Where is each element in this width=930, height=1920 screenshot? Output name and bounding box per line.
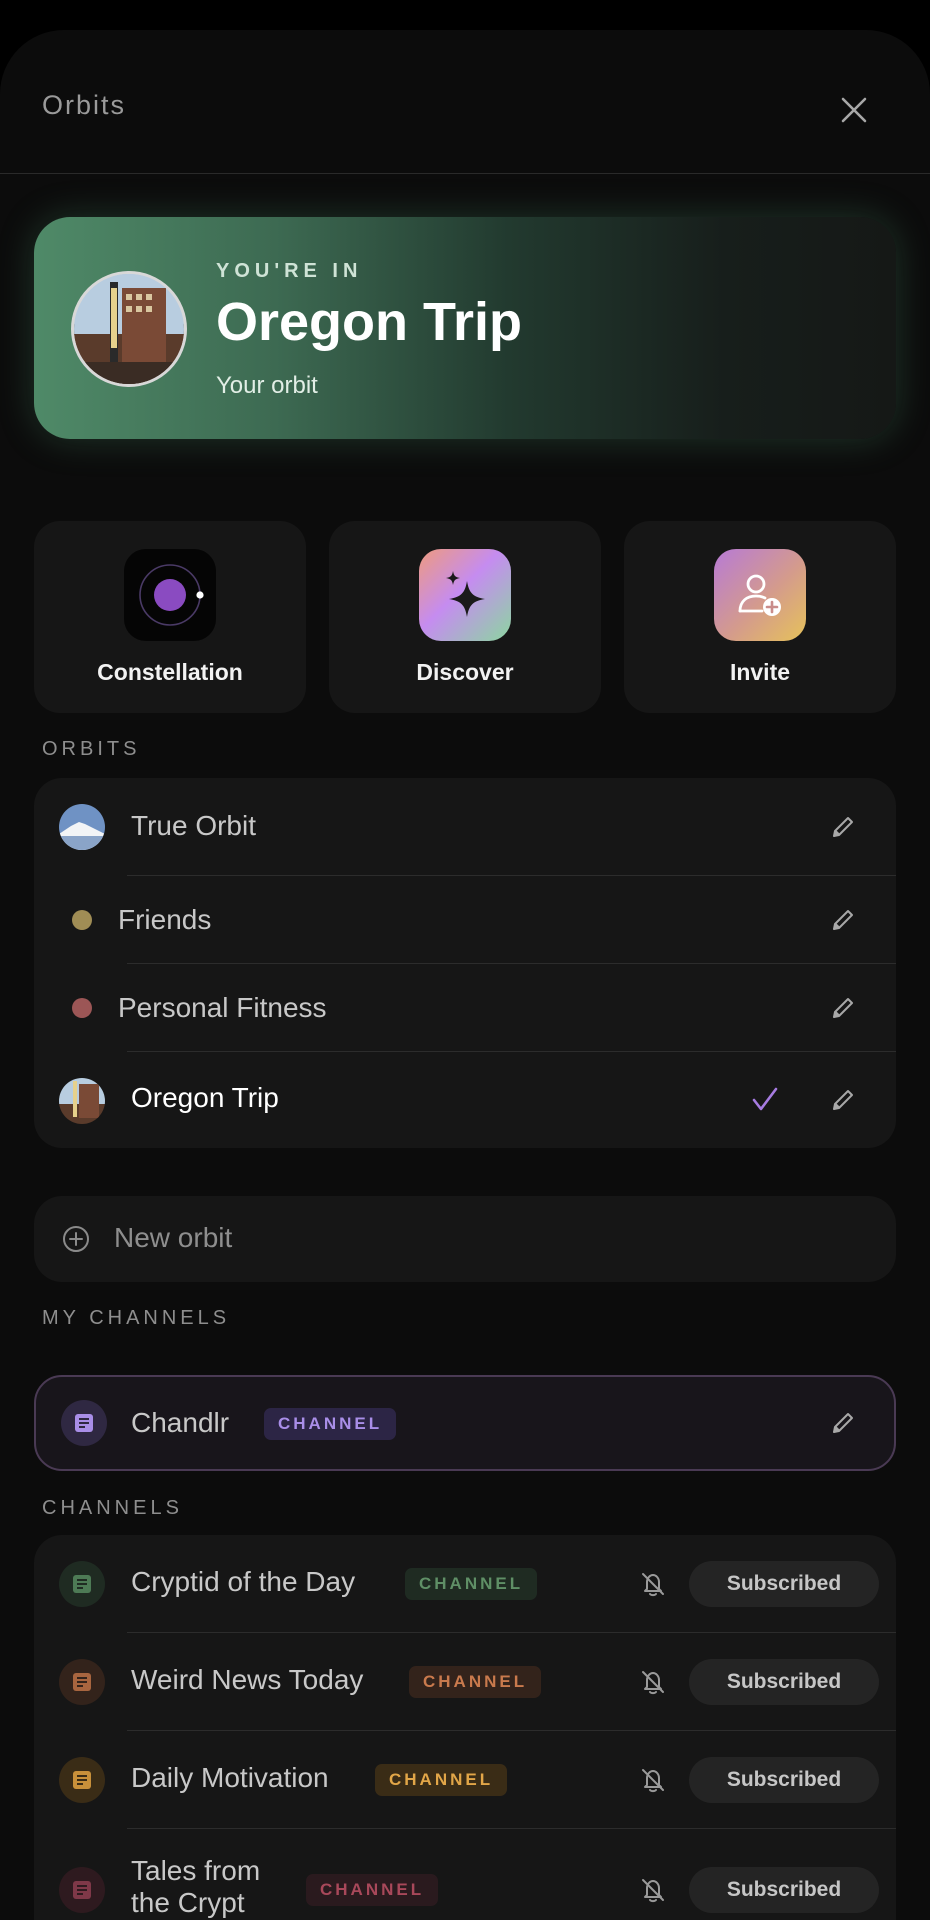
mute-button[interactable]	[636, 1567, 670, 1601]
action-label: Constellation	[97, 659, 243, 685]
orbit-label: Friends	[118, 904, 212, 935]
edit-button[interactable]	[827, 904, 859, 936]
edit-button[interactable]	[827, 992, 859, 1024]
channel-icon	[59, 1757, 105, 1803]
add-user-icon	[714, 549, 806, 641]
mute-button[interactable]	[636, 1665, 670, 1699]
orbit-row-friends[interactable]: Friends	[34, 876, 896, 964]
sparkle-icon	[419, 549, 511, 641]
orbit-row-personal-fitness[interactable]: Personal Fitness	[34, 964, 896, 1052]
bell-off-icon	[642, 1573, 664, 1597]
mute-button[interactable]	[636, 1873, 670, 1907]
plus-circle-icon	[63, 1226, 89, 1252]
channel-badge: CHANNEL	[264, 1408, 397, 1440]
orbit-label: Oregon Trip	[131, 1082, 279, 1113]
sheet-title: Orbits	[42, 90, 127, 120]
orbit-color-dot	[72, 910, 92, 930]
pencil-icon	[833, 817, 853, 837]
channel-row-daily-motivation[interactable]: Daily Motivation CHANNEL Subscribed	[34, 1731, 896, 1829]
pencil-icon	[833, 1090, 853, 1110]
orbit-row-true-orbit[interactable]: True Orbit	[34, 778, 896, 876]
close-icon	[841, 97, 867, 123]
action-label: Discover	[416, 659, 514, 685]
channel-badge: CHANNEL	[405, 1568, 538, 1600]
orbit-color-dot	[72, 998, 92, 1018]
edit-button[interactable]	[827, 811, 859, 843]
current-orbit-card[interactable]: YOU'RE IN Oregon Trip Your orbit	[34, 217, 896, 439]
constellation-button[interactable]: Constellation	[34, 521, 306, 713]
edit-button[interactable]	[827, 1407, 859, 1439]
orbit-avatar	[59, 804, 105, 850]
my-channels-section-label: MY CHANNELS	[42, 1307, 231, 1329]
subscribed-button[interactable]: Subscribed	[689, 1659, 879, 1705]
channel-icon	[61, 1400, 107, 1446]
channel-row-tales-from-the-crypt[interactable]: Tales from the Crypt CHANNEL Subscribed	[34, 1829, 896, 1920]
selected-check-icon	[749, 1084, 781, 1116]
channel-badge: CHANNEL	[375, 1764, 508, 1796]
channel-icon	[59, 1659, 105, 1705]
new-orbit-label: New orbit	[114, 1222, 233, 1253]
channel-badge: CHANNEL	[306, 1874, 439, 1906]
channel-name: Daily Motivation	[131, 1762, 329, 1793]
close-button[interactable]	[832, 88, 876, 132]
channel-name: Weird News Today	[131, 1664, 364, 1695]
new-orbit-button[interactable]: New orbit	[34, 1196, 896, 1282]
subscribed-button[interactable]: Subscribed	[689, 1867, 879, 1913]
channels-section-label: CHANNELS	[42, 1497, 183, 1519]
my-channel-row[interactable]: Chandlr CHANNEL	[34, 1375, 896, 1471]
orbits-sheet: Orbits YOU'RE IN Oregon Trip Your orbit …	[0, 30, 930, 1920]
subscribed-button[interactable]: Subscribed	[689, 1757, 879, 1803]
orbits-section-label: ORBITS	[42, 738, 141, 760]
constellation-icon	[124, 549, 216, 641]
hero-eyebrow: YOU'RE IN	[216, 260, 363, 282]
orbit-row-oregon-trip[interactable]: Oregon Trip	[34, 1052, 896, 1148]
action-label: Invite	[729, 659, 791, 685]
invite-button[interactable]: Invite	[624, 521, 896, 713]
bell-off-icon	[642, 1879, 664, 1903]
bell-off-icon	[642, 1769, 664, 1793]
channel-row-weird-news-today[interactable]: Weird News Today CHANNEL Subscribed	[34, 1633, 896, 1731]
orbit-avatar	[71, 271, 187, 387]
hero-subtitle: Your orbit	[216, 372, 318, 399]
channels-list: Cryptid of the Day CHANNEL Subscribed We…	[34, 1535, 896, 1920]
orbit-avatar	[59, 1078, 105, 1124]
channel-row-cryptid-of-the-day[interactable]: Cryptid of the Day CHANNEL Subscribed	[34, 1535, 896, 1633]
mute-button[interactable]	[636, 1763, 670, 1797]
channel-name: Chandlr	[131, 1407, 230, 1438]
subscribed-button[interactable]: Subscribed	[689, 1561, 879, 1607]
pencil-icon	[833, 910, 853, 930]
edit-button[interactable]	[827, 1084, 859, 1116]
bell-off-icon	[642, 1671, 664, 1695]
channel-name: Tales from the Crypt	[131, 1855, 261, 1918]
channel-name: Cryptid of the Day	[131, 1566, 356, 1597]
orbit-label: Personal Fitness	[118, 992, 327, 1023]
pencil-icon	[833, 1413, 853, 1433]
channel-icon	[59, 1561, 105, 1607]
orbit-label: True Orbit	[131, 810, 256, 841]
discover-button[interactable]: Discover	[329, 521, 601, 713]
pencil-icon	[833, 998, 853, 1018]
sheet-header: Orbits	[0, 30, 930, 174]
hero-title: Oregon Trip	[216, 292, 523, 352]
channel-badge: CHANNEL	[409, 1666, 542, 1698]
orbits-list: True Orbit Friends Personal Fitness Oreg…	[34, 778, 896, 1148]
channel-icon	[59, 1867, 105, 1913]
